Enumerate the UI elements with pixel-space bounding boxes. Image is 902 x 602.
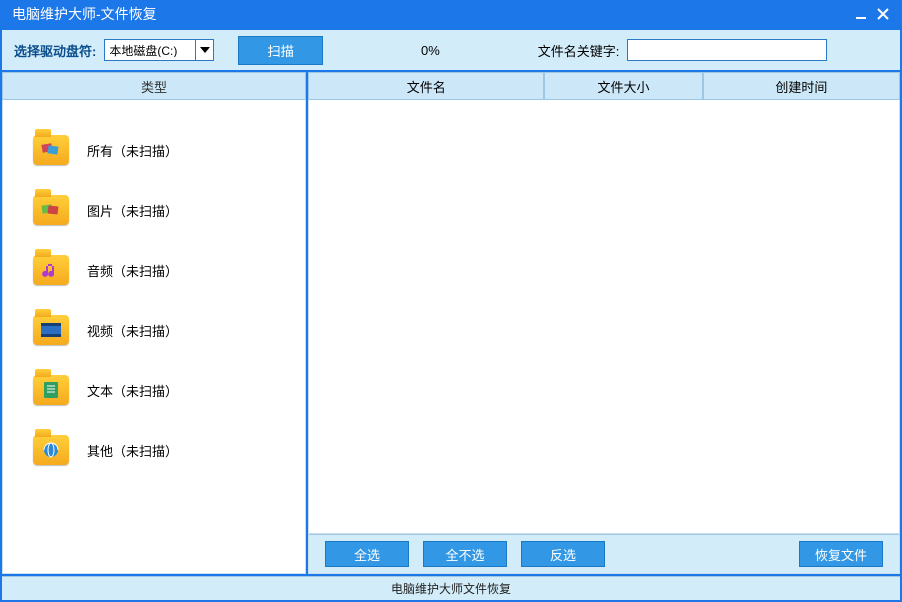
- category-video[interactable]: 视频（未扫描）: [33, 300, 305, 360]
- invert-button[interactable]: 反选: [521, 541, 605, 567]
- folder-other-icon: [33, 435, 69, 465]
- category-audio[interactable]: 音频（未扫描）: [33, 240, 305, 300]
- category-label: 视频（未扫描）: [87, 321, 178, 340]
- toolbar: 选择驱动盘符: 扫描 0% 文件名关键字:: [2, 30, 900, 70]
- folder-all-icon: [33, 135, 69, 165]
- table-body: [308, 100, 900, 534]
- table-header: 文件名 文件大小 创建时间: [308, 72, 900, 100]
- folder-video-icon: [33, 315, 69, 345]
- drive-select[interactable]: [104, 39, 214, 61]
- action-bar: 全选 全不选 反选 恢复文件: [308, 534, 900, 574]
- category-label: 图片（未扫描）: [87, 201, 178, 220]
- category-label: 文本（未扫描）: [87, 381, 178, 400]
- recover-button[interactable]: 恢复文件: [799, 541, 883, 567]
- category-label: 其他（未扫描）: [87, 441, 178, 460]
- progress-text: 0%: [421, 43, 440, 58]
- window-title: 电脑维护大师-文件恢复: [12, 4, 850, 24]
- category-label: 音频（未扫描）: [87, 261, 178, 280]
- statusbar: 电脑维护大师文件恢复: [2, 576, 900, 600]
- category-label: 所有（未扫描）: [87, 141, 178, 160]
- chevron-down-icon[interactable]: [195, 40, 213, 60]
- drive-select-input[interactable]: [105, 43, 195, 57]
- titlebar: 电脑维护大师-文件恢复: [0, 0, 902, 28]
- category-image[interactable]: 图片（未扫描）: [33, 180, 305, 240]
- col-filesize[interactable]: 文件大小: [544, 72, 702, 100]
- category-pane: 类型 所有（未扫描） 图片（未扫描） 音频（未扫描） 视频（未扫描）: [2, 72, 306, 574]
- col-filename[interactable]: 文件名: [308, 72, 544, 100]
- category-other[interactable]: 其他（未扫描）: [33, 420, 305, 480]
- keyword-input[interactable]: [627, 39, 827, 61]
- category-all[interactable]: 所有（未扫描）: [33, 120, 305, 180]
- select-none-button[interactable]: 全不选: [423, 541, 507, 567]
- category-list: 所有（未扫描） 图片（未扫描） 音频（未扫描） 视频（未扫描） 文本（未扫描）: [2, 100, 306, 574]
- minimize-button[interactable]: [850, 3, 872, 25]
- keyword-label: 文件名关键字:: [538, 41, 620, 60]
- drive-label: 选择驱动盘符:: [14, 41, 96, 60]
- close-button[interactable]: [872, 3, 894, 25]
- folder-image-icon: [33, 195, 69, 225]
- select-all-button[interactable]: 全选: [325, 541, 409, 567]
- scan-button[interactable]: 扫描: [238, 36, 323, 65]
- col-createtime[interactable]: 创建时间: [703, 72, 900, 100]
- category-header: 类型: [2, 72, 306, 100]
- category-text[interactable]: 文本（未扫描）: [33, 360, 305, 420]
- file-pane: 文件名 文件大小 创建时间 全选 全不选 反选 恢复文件: [308, 72, 900, 574]
- folder-audio-icon: [33, 255, 69, 285]
- folder-text-icon: [33, 375, 69, 405]
